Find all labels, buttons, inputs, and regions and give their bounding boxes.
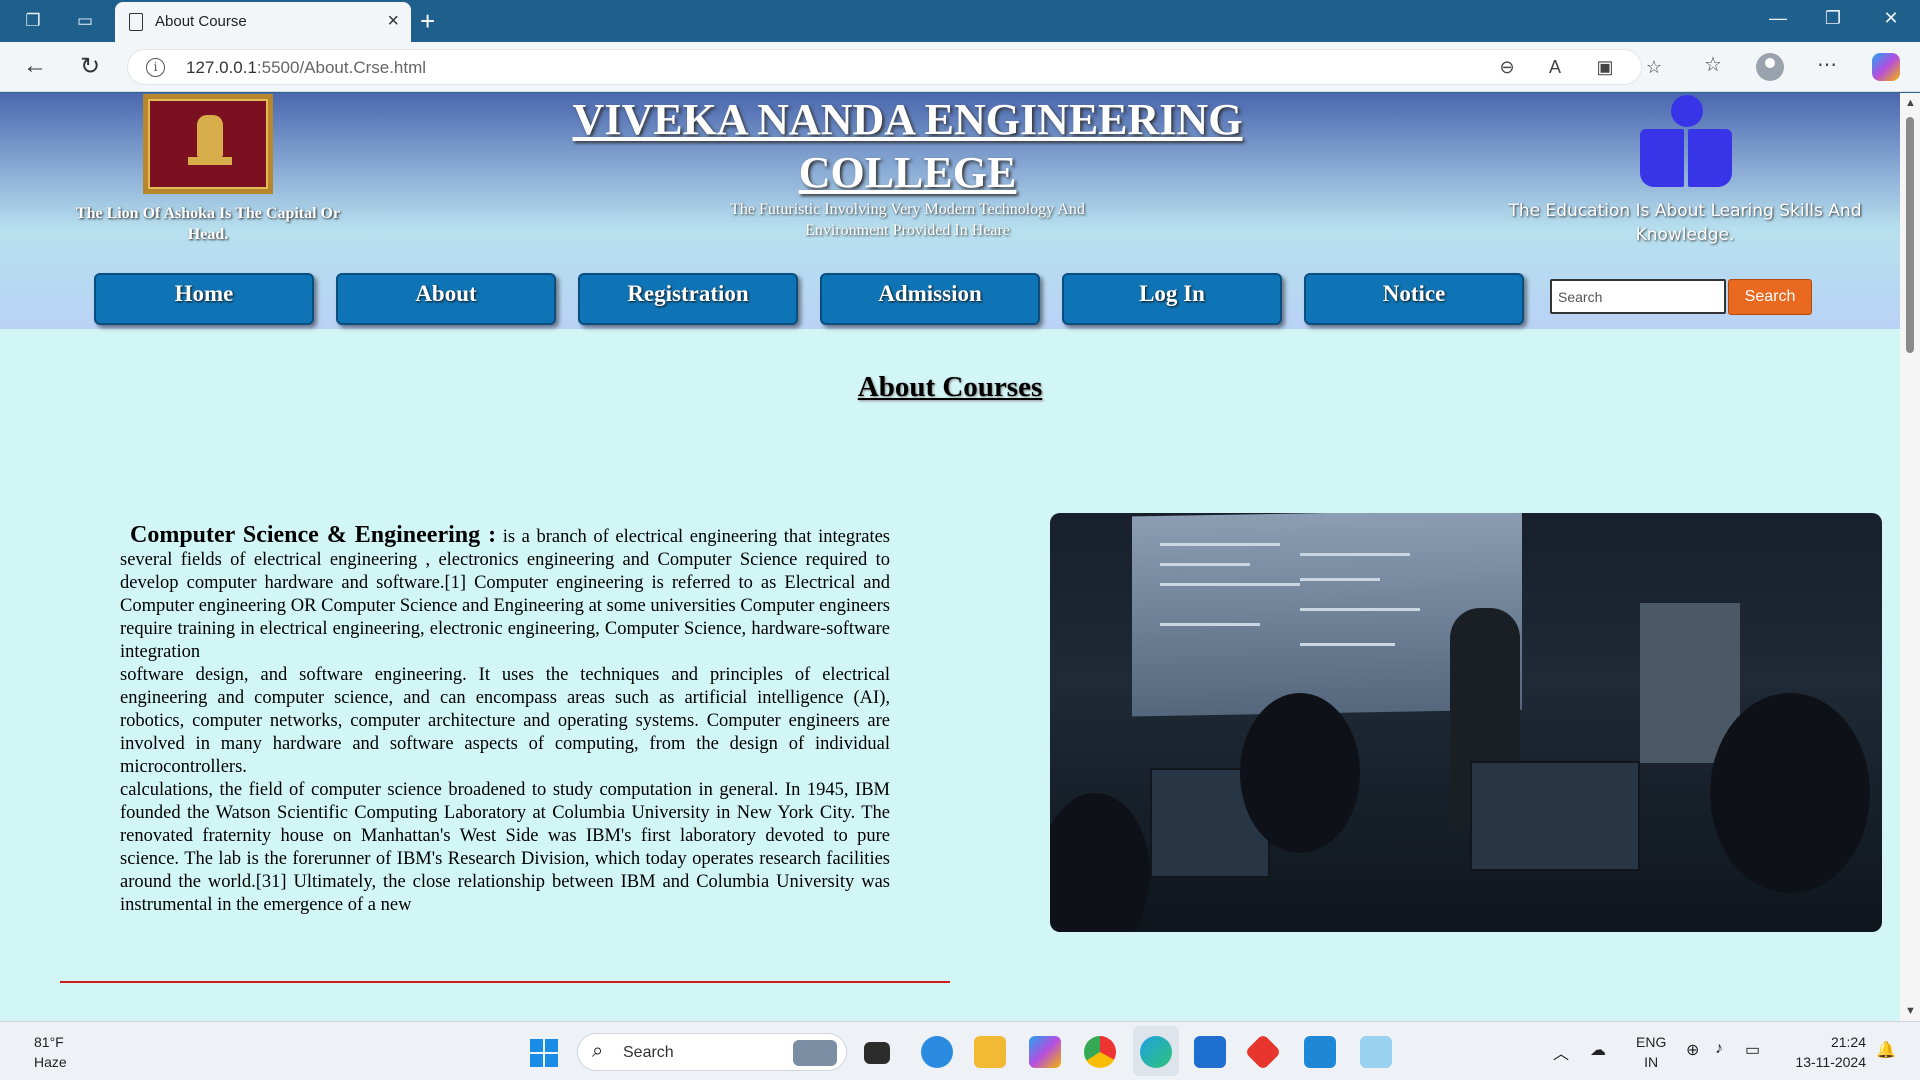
education-caption: The Education Is About Learing Skills An…	[1508, 201, 1862, 245]
favorites-icon[interactable]: ☆	[1696, 52, 1730, 77]
address-bar[interactable]: i 127.0.0.1:5500/About.Crse.html ⊖ A ▣ ☆	[127, 49, 1662, 85]
favorite-star-icon[interactable]: ☆	[1639, 57, 1669, 78]
restore-icon[interactable]: ❐	[1813, 8, 1853, 29]
college-tagline: The Futuristic Involving Very Modern Tec…	[730, 201, 1085, 239]
onedrive-icon[interactable]: ☁	[1590, 1040, 1606, 1060]
close-tab-icon[interactable]: ×	[387, 10, 399, 33]
weather-condition: Haze	[34, 1054, 67, 1070]
help-app-icon[interactable]	[921, 1036, 953, 1068]
paragraph-3: calculations, the field of computer scie…	[120, 780, 890, 915]
course-description: Computer Science & Engineering : is a br…	[120, 522, 890, 917]
paragraph-2: software design, and software engineerin…	[120, 665, 890, 777]
minimize-icon[interactable]: —	[1758, 8, 1798, 29]
course-title: Computer Science & Engineering :	[130, 522, 497, 548]
task-view-icon[interactable]	[864, 1042, 890, 1064]
snipping-tool-icon[interactable]	[1360, 1036, 1392, 1068]
git-app-icon[interactable]	[1244, 1033, 1282, 1071]
site-info-icon[interactable]: i	[146, 58, 165, 77]
nav-registration[interactable]: Registration	[578, 273, 798, 325]
weather-widget[interactable]: 81°F Haze	[34, 1032, 67, 1072]
tray-chevron-icon[interactable]: ︿	[1553, 1040, 1569, 1064]
nav-notice[interactable]: Notice	[1304, 273, 1524, 325]
vscode-icon[interactable]	[1304, 1036, 1336, 1068]
page-heading: About Courses	[857, 371, 1043, 403]
taskbar-search[interactable]: ⌕ Search	[577, 1033, 847, 1071]
immersive-reader-icon[interactable]: ▣	[1590, 57, 1620, 78]
ashoka-emblem-logo	[143, 94, 273, 194]
battery-icon[interactable]: ▭	[1745, 1040, 1760, 1060]
browser-toolbar: ← ↻ i 127.0.0.1:5500/About.Crse.html ⊖ A…	[0, 42, 1920, 92]
browser-tab-about-course[interactable]: About Course ×	[115, 2, 411, 42]
temperature: 81°F	[34, 1034, 64, 1050]
nav-admission[interactable]: Admission	[820, 273, 1040, 325]
more-options-icon[interactable]: ⋯	[1810, 52, 1844, 77]
close-window-icon[interactable]: ✕	[1871, 8, 1911, 29]
nav-about[interactable]: About	[336, 273, 556, 325]
site-header: The Lion Of Ashoka Is The Capital Or Hea…	[0, 93, 1900, 329]
section-divider	[60, 981, 950, 983]
zoom-icon[interactable]: ⊖	[1492, 57, 1522, 78]
nav-login[interactable]: Log In	[1062, 273, 1282, 325]
college-title: VIVEKA NANDA ENGINEERING COLLEGE	[572, 95, 1243, 197]
volume-icon[interactable]: ♪	[1715, 1040, 1723, 1058]
store-icon[interactable]	[1194, 1036, 1226, 1068]
page-viewport: The Lion Of Ashoka Is The Capital Or Hea…	[0, 93, 1900, 1021]
language-indicator[interactable]: ENG IN	[1636, 1032, 1666, 1072]
site-search-button[interactable]: Search	[1728, 279, 1812, 315]
copilot-icon[interactable]	[1872, 53, 1900, 81]
refresh-icon[interactable]: ↻	[75, 52, 105, 81]
read-aloud-icon[interactable]: A	[1540, 57, 1570, 78]
education-book-icon	[1636, 95, 1736, 190]
edge-icon[interactable]	[1140, 1036, 1172, 1068]
file-explorer-icon[interactable]	[974, 1036, 1006, 1068]
date: 13-11-2024	[1795, 1054, 1866, 1070]
workspaces-icon[interactable]: ❐	[20, 9, 46, 33]
page-icon	[129, 13, 143, 31]
chrome-icon[interactable]	[1084, 1036, 1116, 1068]
nav-home[interactable]: Home	[94, 273, 314, 325]
search-icon: ⌕	[592, 1040, 604, 1062]
tab-actions-icon[interactable]: ▭	[72, 9, 98, 33]
taskbar-search-label: Search	[623, 1044, 674, 1061]
start-icon[interactable]	[530, 1039, 558, 1067]
site-search-input[interactable]	[1550, 279, 1726, 314]
clock[interactable]: 21:24 13-11-2024	[1786, 1032, 1866, 1072]
emblem-caption: The Lion Of Ashoka Is The Capital Or Hea…	[75, 205, 341, 243]
browser-tab-bar: ❐ ▭ About Course × + — ❐ ✕	[0, 0, 1920, 42]
back-icon[interactable]: ←	[20, 52, 50, 80]
new-tab-icon[interactable]: +	[420, 6, 435, 37]
classroom-photo	[1050, 513, 1882, 932]
paragraph-1: Computer Science & Engineering : is a br…	[120, 522, 890, 662]
windows-taskbar: 81°F Haze ⌕ Search ︿ ☁ ENG IN ⊕ ♪ ▭ 21:2…	[0, 1021, 1920, 1080]
page-scrollbar[interactable]: ▲ ▼	[1900, 93, 1920, 1021]
notifications-icon[interactable]: 🔔	[1876, 1040, 1896, 1060]
time: 21:24	[1830, 1034, 1866, 1050]
network-icon[interactable]: ⊕	[1686, 1040, 1699, 1060]
url-text[interactable]: 127.0.0.1:5500/About.Crse.html	[186, 58, 426, 78]
tab-title: About Course	[155, 13, 247, 30]
copilot-app-icon[interactable]	[1029, 1036, 1061, 1068]
scroll-up-icon[interactable]: ▲	[1905, 97, 1916, 109]
profile-avatar[interactable]	[1756, 53, 1784, 81]
scroll-thumb[interactable]	[1906, 117, 1914, 353]
scroll-down-icon[interactable]: ▼	[1905, 1005, 1916, 1017]
search-highlight-icon	[793, 1040, 837, 1066]
